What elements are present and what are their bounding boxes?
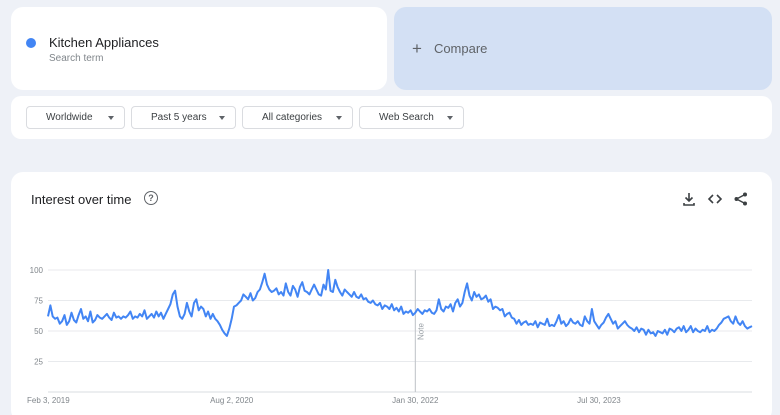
series-line xyxy=(47,269,753,337)
y-tick-label: 75 xyxy=(34,297,43,306)
caret-down-icon xyxy=(108,115,114,120)
y-tick-label: 100 xyxy=(30,266,44,275)
search-term-type: Search term xyxy=(49,53,104,64)
interest-line-chart: 100 75 50 25 Feb 3, 2019 Aug 2, 2020 Jan 30, … xyxy=(27,266,753,405)
x-tick-label: Aug 2, 2020 xyxy=(210,396,254,405)
category-dropdown-label: All categories xyxy=(262,112,323,123)
category-dropdown[interactable]: All categories xyxy=(242,106,353,129)
compare-label: Compare xyxy=(433,41,488,56)
search-type-dropdown[interactable]: Web Search xyxy=(359,106,464,129)
x-tick-label: Jan 30, 2022 xyxy=(392,396,439,405)
search-term-name[interactable]: Kitchen Appliances xyxy=(49,35,159,50)
region-dropdown[interactable]: Worldwide xyxy=(26,106,125,129)
filter-bar: Worldwide Past 5 years All categories We… xyxy=(11,96,772,139)
x-axis-ticks: Feb 3, 2019 Aug 2, 2020 Jan 30, 2022 Jul 30… xyxy=(27,396,621,405)
x-tick-label: Feb 3, 2019 xyxy=(27,396,70,405)
search-term-card[interactable]: Kitchen Appliances Search term xyxy=(11,7,387,90)
y-axis-ticks: 100 75 50 25 xyxy=(30,266,44,367)
region-dropdown-label: Worldwide xyxy=(46,112,93,123)
caret-down-icon xyxy=(447,115,453,120)
time-range-dropdown[interactable]: Past 5 years xyxy=(131,106,236,129)
x-tick-label: Jul 30, 2023 xyxy=(577,396,621,405)
y-tick-label: 25 xyxy=(34,358,43,367)
y-tick-label: 50 xyxy=(34,327,43,336)
compare-button[interactable]: + Compare xyxy=(394,7,772,90)
caret-down-icon xyxy=(219,115,225,120)
plus-icon: + xyxy=(412,39,422,58)
note-label: Note xyxy=(416,323,425,340)
time-range-dropdown-label: Past 5 years xyxy=(151,112,207,123)
caret-down-icon xyxy=(336,115,342,120)
interest-over-time-card: Interest over time ? 100 75 50 25 Feb 3, 20… xyxy=(11,172,772,415)
chart-gridlines xyxy=(48,269,752,393)
series-color-dot xyxy=(26,38,36,48)
note-marker: Note xyxy=(414,270,425,392)
series-layer xyxy=(47,269,753,337)
search-type-dropdown-label: Web Search xyxy=(379,112,434,123)
